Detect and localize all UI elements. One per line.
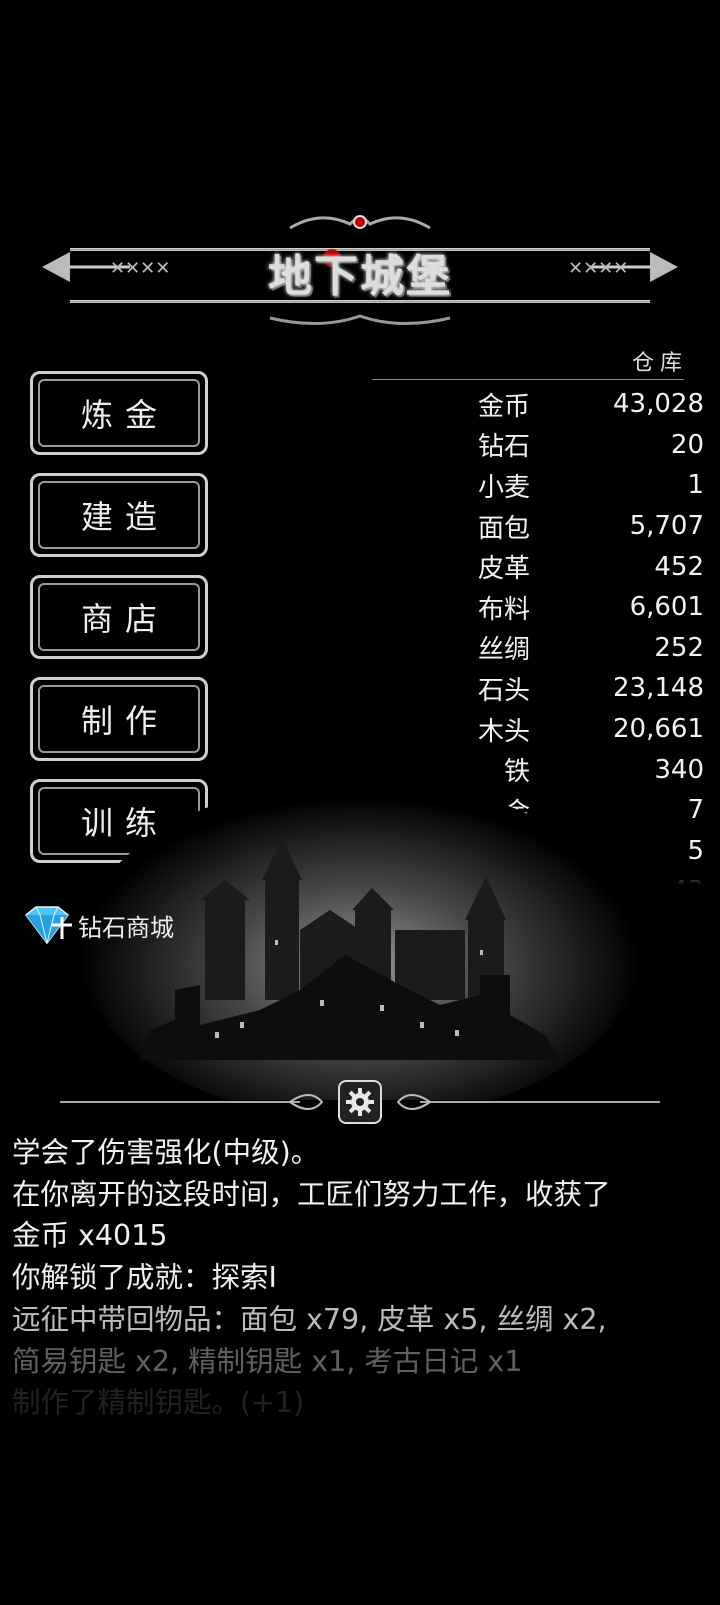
warehouse-row: 木头 20,661 bbox=[372, 709, 704, 750]
game-title: 地下城堡 bbox=[268, 251, 452, 302]
log-line: 学会了伤害强化(中级)。 bbox=[12, 1136, 320, 1169]
alchemy-button[interactable]: 炼金 bbox=[30, 371, 208, 455]
warehouse-row: 钻石 20 bbox=[372, 425, 704, 466]
build-label: 建造 bbox=[80, 498, 169, 536]
warehouse-row: 面包 5,707 bbox=[372, 506, 704, 547]
build-button[interactable]: 建造 bbox=[30, 473, 208, 557]
resource-value: 20 bbox=[670, 429, 704, 460]
resource-name: 木头 bbox=[477, 716, 530, 747]
resource-value: 23,148 bbox=[613, 673, 704, 704]
message-log: 学会了伤害强化(中级)。在你离开的这段时间，工匠们努力工作，收获了 金币 x401… bbox=[12, 1132, 712, 1424]
resource-value: 6,601 bbox=[629, 592, 704, 623]
warehouse-title: 仓库 bbox=[631, 351, 688, 376]
warehouse-row: 布料 6,601 bbox=[372, 587, 704, 628]
log-line: 制作了精制钥匙。(+1) bbox=[12, 1386, 305, 1420]
title-banner: ✕✕✕✕ ✕✕✕✕ 地下城堡 bbox=[40, 210, 680, 340]
warehouse-divider bbox=[372, 379, 684, 380]
shop-label: 商店 bbox=[80, 600, 169, 638]
resource-name: 石头 bbox=[477, 675, 530, 706]
resource-name: 小麦 bbox=[477, 472, 530, 503]
log-line: 金币 x4015 bbox=[12, 1219, 168, 1253]
warehouse-row: 小麦 1 bbox=[372, 465, 704, 506]
warehouse-row: 金币 43,028 bbox=[372, 384, 704, 425]
shop-button[interactable]: 商店 bbox=[30, 575, 208, 659]
resource-value: 1 bbox=[687, 470, 704, 501]
resource-value: 5,707 bbox=[629, 511, 704, 542]
log-line: 远征中带回物品：面包 x79, 皮革 x5, 丝绸 x2, bbox=[12, 1302, 607, 1336]
log-line: 简易钥匙 x2, 精制钥匙 x1, 考古日记 x1 bbox=[12, 1344, 523, 1378]
resource-name: 钻石 bbox=[477, 432, 530, 463]
settings-button[interactable] bbox=[338, 1080, 382, 1124]
warehouse-row: 石头 23,148 bbox=[372, 668, 704, 709]
resource-name: 面包 bbox=[477, 513, 530, 544]
log-line: 你解锁了成就：探索I bbox=[12, 1261, 277, 1295]
resource-value: 452 bbox=[654, 551, 704, 582]
resource-value: 252 bbox=[654, 632, 704, 663]
log-divider bbox=[60, 1080, 660, 1124]
craft-button[interactable]: 制作 bbox=[30, 677, 208, 761]
resource-name: 布料 bbox=[477, 594, 530, 625]
resource-name: 丝绸 bbox=[477, 635, 530, 666]
resource-value: 43,028 bbox=[613, 389, 704, 420]
gear-icon bbox=[346, 1088, 374, 1116]
diamond-shop-button[interactable]: 钻石商城 bbox=[18, 905, 174, 945]
diamond-icon bbox=[24, 906, 72, 945]
resource-value: 20,661 bbox=[613, 714, 704, 745]
alchemy-label: 炼金 bbox=[80, 396, 169, 434]
resource-name: 皮革 bbox=[477, 554, 530, 585]
resource-name: 金币 bbox=[477, 391, 530, 422]
log-line: 在你离开的这段时间，工匠们努力工作，收获了 bbox=[12, 1177, 611, 1211]
warehouse-row: 丝绸 252 bbox=[372, 628, 704, 669]
diamond-shop-label: 钻石商城 bbox=[78, 913, 174, 942]
craft-label: 制作 bbox=[80, 702, 169, 740]
warehouse-row: 皮革 452 bbox=[372, 546, 704, 587]
